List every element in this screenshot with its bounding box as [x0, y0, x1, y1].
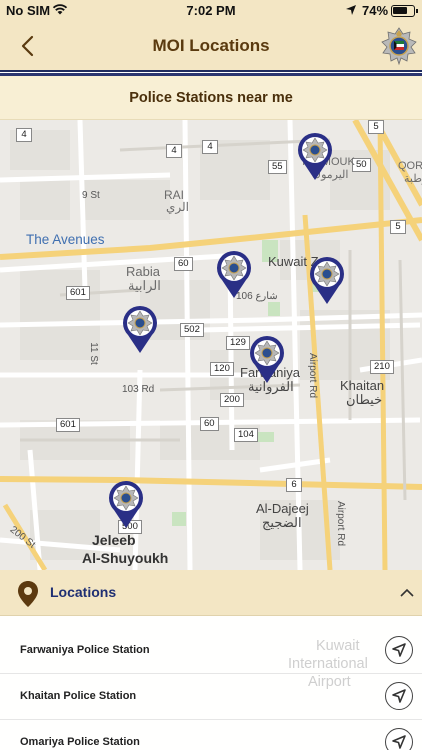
section-title: Police Stations near me: [129, 90, 293, 106]
road-shield: 120: [210, 362, 234, 376]
locations-panel: Kuwait International Airport Locations F…: [0, 570, 422, 750]
map-label-103rd: 103 Rd: [122, 384, 155, 395]
chevron-up-icon[interactable]: [399, 586, 415, 598]
location-arrow-icon: [345, 4, 357, 19]
police-station-pin[interactable]: [295, 130, 335, 182]
map-label-11st: 11 St: [87, 342, 99, 365]
police-map-pin-icon: [109, 480, 143, 528]
navigate-button[interactable]: [385, 636, 413, 664]
map-label-rabia-ar: الرابية: [128, 278, 161, 293]
road-shield: 60: [174, 257, 193, 271]
section-header: Police Stations near me: [0, 76, 422, 120]
location-pin-icon: [16, 580, 40, 608]
kuwait-police-emblem-icon: [380, 26, 418, 66]
map-label-9st: 9 St: [82, 190, 100, 201]
map-label-al-dajeej-ar: الضجيج: [262, 515, 302, 530]
map-label-jeleeb: Jeleeb: [92, 532, 136, 548]
road-shield: 5: [390, 220, 406, 234]
police-station-pin[interactable]: [247, 333, 287, 385]
navigation-arrow-icon: [392, 689, 406, 703]
map-base: [0, 120, 422, 570]
road-shield: 601: [56, 418, 80, 432]
map-label-al-dajeej: Al-Dajeej: [256, 501, 309, 516]
road-shield: 6: [286, 478, 302, 492]
navigate-button[interactable]: [385, 728, 413, 750]
police-station-pin[interactable]: [214, 248, 254, 300]
location-row[interactable]: Khaitan Police Station: [0, 674, 422, 720]
road-shield: 200: [220, 393, 244, 407]
navigate-button[interactable]: [385, 682, 413, 710]
road-shield: 4: [166, 144, 182, 158]
map-label-khaitan: Khaitan: [340, 378, 385, 393]
road-shield: 601: [66, 286, 90, 300]
police-map-pin-icon: [123, 305, 157, 353]
road-shield: 55: [268, 160, 287, 174]
map-label-al-shuyoukh: Al-Shuyoukh: [82, 550, 169, 566]
map-label-avenues: The Avenues: [26, 232, 105, 247]
road-shield: 5: [368, 120, 384, 134]
road-shield: 104: [234, 428, 258, 442]
road-shield: 502: [180, 323, 204, 337]
road-shield: 4: [202, 140, 218, 154]
page-title: MOI Locations: [152, 36, 270, 55]
location-name: Omariya Police Station: [20, 736, 140, 748]
map-label-qortuba: QORT: [398, 160, 422, 172]
location-name: Farwaniya Police Station: [20, 644, 150, 656]
battery-percent: 74%: [362, 3, 389, 18]
location-row[interactable]: Omariya Police Station: [0, 720, 422, 750]
status-bar: No SIM 7:02 PM 74%: [0, 0, 422, 22]
police-station-pin[interactable]: [120, 303, 160, 355]
map-label-rai-ar: الري: [166, 200, 190, 214]
location-row[interactable]: Farwaniya Police Station: [0, 628, 422, 674]
road-shield: 60: [200, 417, 219, 431]
location-name: Khaitan Police Station: [20, 690, 137, 702]
navigation-arrow-icon: [392, 735, 406, 749]
map-label-khaitan-ar: خيطان: [346, 392, 383, 407]
map-label-rabia: Rabia: [126, 264, 160, 279]
police-map-pin-icon: [310, 256, 344, 304]
status-time: 7:02 PM: [186, 3, 236, 18]
locations-title: Locations: [50, 584, 117, 600]
navigation-arrow-icon: [392, 643, 406, 657]
navigation-bar: MOI Locations: [0, 22, 422, 70]
police-map-pin-icon: [250, 335, 284, 383]
battery-icon: [391, 5, 418, 17]
police-station-pin[interactable]: [106, 478, 146, 530]
road-shield: 210: [370, 360, 394, 374]
police-map-pin-icon: [217, 250, 251, 298]
map-label-airport-rd-2: Airport Rd: [335, 500, 347, 547]
map-label-airport-rd: Airport Rd: [307, 352, 319, 399]
locations-header[interactable]: Locations: [0, 570, 422, 616]
police-station-pin[interactable]: [307, 254, 347, 306]
road-shield: 4: [16, 128, 32, 142]
map-view[interactable]: 4 4 4 55 50 5 5 60 601 502 129 120 210 2…: [0, 120, 422, 570]
map-label-qortuba-ar: قرطبة: [404, 173, 422, 185]
police-map-pin-icon: [298, 132, 332, 180]
